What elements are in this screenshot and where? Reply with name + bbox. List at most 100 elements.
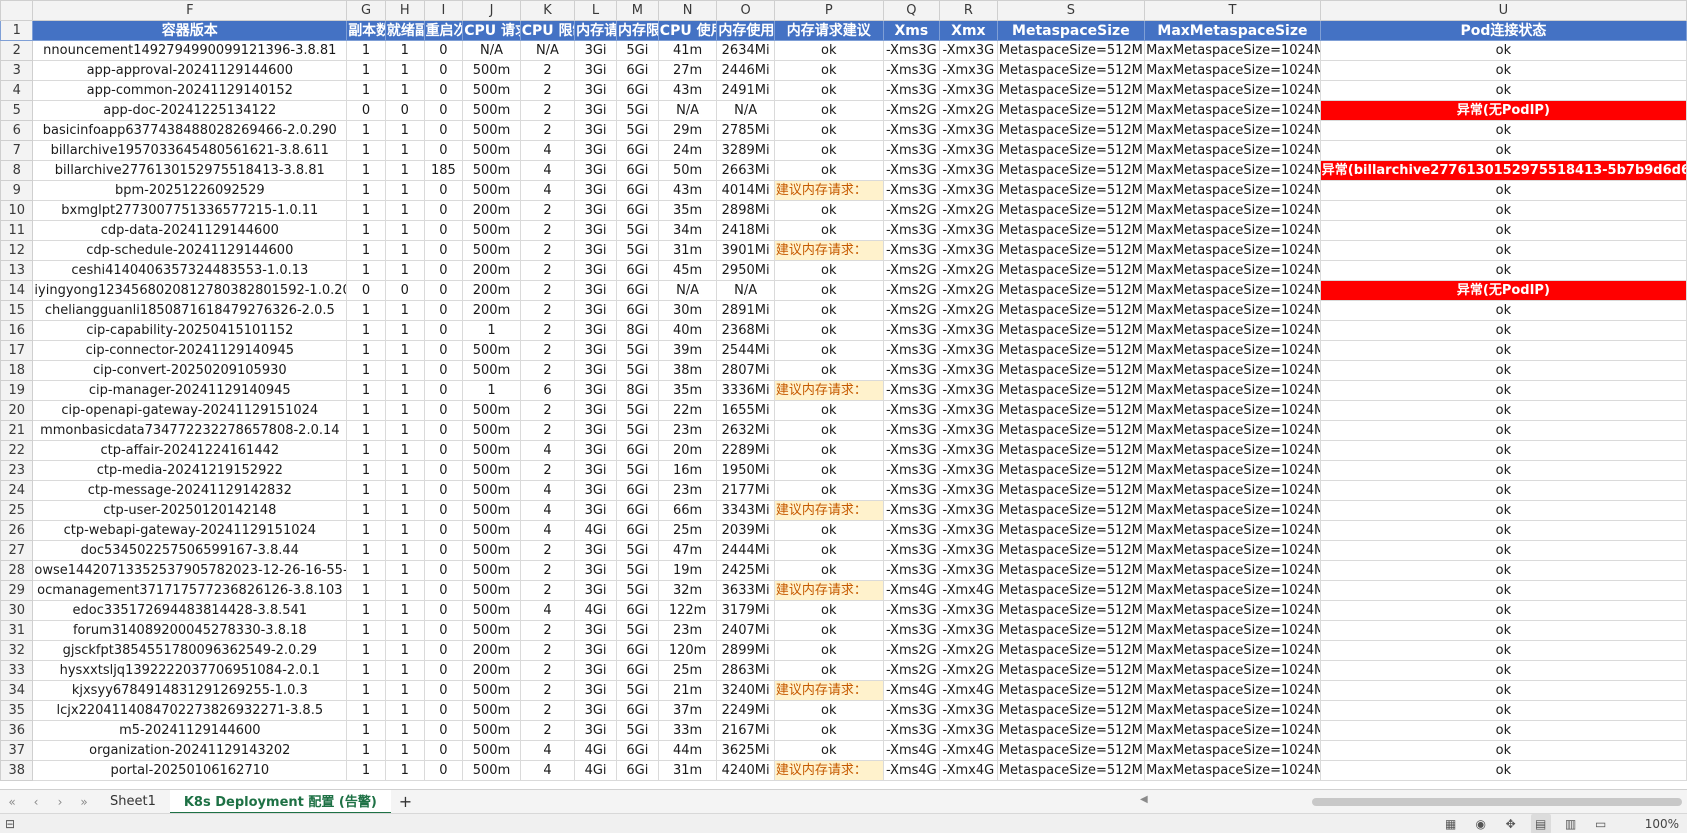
cell[interactable]: owse1442071335253790578​2023-12-26-16-55… (32, 560, 348, 581)
cell[interactable]: 1 (346, 480, 386, 501)
cell[interactable]: 建议内存请求： (773, 760, 884, 781)
cell[interactable]: 3Gi (574, 640, 617, 661)
cell[interactable]: 异常(无PodIP) (1319, 280, 1687, 301)
cell[interactable]: 500m (462, 140, 521, 161)
cell[interactable]: -Xmx3G (939, 480, 998, 501)
cell[interactable]: 1 (346, 540, 386, 561)
cell[interactable]: 4 (519, 480, 576, 501)
cell[interactable]: iyingyong1234568020812780382801592-1.0.2… (32, 280, 348, 301)
cell[interactable]: -Xms3G (882, 40, 941, 61)
cell[interactable]: ok (773, 360, 884, 381)
cell[interactable]: MetaspaceSize=512M (996, 580, 1146, 601)
cell[interactable]: ok (773, 520, 884, 541)
cell[interactable]: 建议内存请求： (773, 180, 884, 201)
cell[interactable]: MetaspaceSize=512M (996, 340, 1146, 361)
cell[interactable]: -Xmx3G (939, 120, 998, 141)
cell[interactable]: 6Gi (615, 740, 659, 761)
scroll-left-icon[interactable]: ◀ (1140, 794, 1148, 805)
cell[interactable]: MaxMetaspaceSize=1024M (1144, 60, 1321, 81)
cell[interactable]: MetaspaceSize=512M (996, 480, 1146, 501)
cell[interactable]: 6Gi (615, 80, 659, 101)
cell[interactable]: MaxMetaspaceSize=1024M (1144, 520, 1321, 541)
cell[interactable]: 3343Mi (716, 500, 775, 521)
cell[interactable]: MaxMetaspaceSize=1024M (1144, 380, 1321, 401)
cell[interactable]: ok (773, 300, 884, 321)
cell[interactable]: 3Gi (574, 420, 617, 441)
cell[interactable]: 3Gi (574, 180, 617, 201)
prev-sheet-icon[interactable]: ‹ (24, 790, 48, 814)
row-number[interactable]: 32 (0, 640, 34, 661)
cell[interactable]: 0 (423, 600, 464, 621)
first-sheet-icon[interactable]: « (0, 790, 24, 814)
cell[interactable]: -Xmx3G (939, 80, 998, 101)
cell[interactable]: ctp-affair-20241224161442 (32, 440, 348, 461)
cell[interactable]: 6Gi (615, 520, 659, 541)
cell[interactable]: 4 (519, 440, 576, 461)
cell[interactable]: 40m (657, 320, 718, 341)
cell[interactable]: 27m (657, 60, 718, 81)
cell[interactable]: kjxsyy6784914831291269255-1.0.3 (32, 680, 348, 701)
cell[interactable]: 2898Mi (716, 200, 775, 221)
cell[interactable]: 1 (384, 760, 425, 781)
cell[interactable]: 500m (462, 340, 521, 361)
cell[interactable]: -Xms3G (882, 160, 941, 181)
cell[interactable]: 4 (519, 180, 576, 201)
cell[interactable]: ok (1319, 380, 1687, 401)
cell[interactable]: ok (773, 480, 884, 501)
cell[interactable]: -Xmx3G (939, 620, 998, 641)
cell[interactable]: 500m (462, 240, 521, 261)
header-cell[interactable]: 内存请求建议 (773, 20, 884, 41)
cell[interactable]: 16m (657, 460, 718, 481)
cell[interactable]: 2425Mi (716, 560, 775, 581)
cell[interactable]: 0 (423, 60, 464, 81)
cell[interactable]: 2663Mi (716, 160, 775, 181)
cell[interactable]: ok (773, 200, 884, 221)
cell[interactable]: -Xmx3G (939, 420, 998, 441)
cell[interactable]: 1 (346, 620, 386, 641)
row-number[interactable]: 33 (0, 660, 34, 681)
cell[interactable]: ctp-user-20250120142148 (32, 500, 348, 521)
cell[interactable]: 3Gi (574, 380, 617, 401)
cell[interactable]: 500m (462, 80, 521, 101)
cell[interactable]: 3Gi (574, 440, 617, 461)
cell[interactable]: MetaspaceSize=512M (996, 100, 1146, 121)
cell[interactable]: -Xmx2G (939, 200, 998, 221)
cell[interactable]: 0 (423, 300, 464, 321)
cell[interactable]: nnouncement1492794990099121396-3.8.81 (32, 40, 348, 61)
cell[interactable]: cip-manager-20241129140945 (32, 380, 348, 401)
cell[interactable]: 4Gi (574, 760, 617, 781)
cell[interactable]: 0 (423, 760, 464, 781)
cell[interactable]: ok (1319, 140, 1687, 161)
cell[interactable]: 3Gi (574, 140, 617, 161)
column-header[interactable]: L (574, 0, 617, 21)
cell[interactable]: ok (773, 420, 884, 441)
cell[interactable]: ok (773, 660, 884, 681)
cell[interactable]: MaxMetaspaceSize=1024M (1144, 300, 1321, 321)
cell[interactable]: 1 (346, 440, 386, 461)
cell[interactable]: MetaspaceSize=512M (996, 440, 1146, 461)
cell[interactable]: 0 (423, 480, 464, 501)
cell[interactable]: 6Gi (615, 280, 659, 301)
cell[interactable]: 0 (423, 360, 464, 381)
cell[interactable]: 6Gi (615, 600, 659, 621)
column-header[interactable]: J (462, 0, 521, 21)
cell[interactable]: 41m (657, 40, 718, 61)
cell[interactable]: MaxMetaspaceSize=1024M (1144, 740, 1321, 761)
cell[interactable]: ok (773, 720, 884, 741)
cell[interactable]: 22m (657, 400, 718, 421)
cell[interactable]: 4 (519, 160, 576, 181)
cell[interactable]: 2544Mi (716, 340, 775, 361)
cell[interactable]: 5Gi (615, 40, 659, 61)
row-number[interactable]: 28 (0, 560, 34, 581)
cell[interactable]: 0 (423, 380, 464, 401)
cell[interactable]: 0 (423, 280, 464, 301)
cell[interactable]: 1 (346, 60, 386, 81)
cell[interactable]: 44m (657, 740, 718, 761)
cell[interactable]: -Xms3G (882, 140, 941, 161)
cell[interactable]: MetaspaceSize=512M (996, 740, 1146, 761)
cell[interactable]: 3Gi (574, 80, 617, 101)
cell[interactable]: 24m (657, 140, 718, 161)
cell[interactable]: ok (1319, 760, 1687, 781)
cell[interactable]: 1 (346, 120, 386, 141)
cell[interactable]: 43m (657, 80, 718, 101)
